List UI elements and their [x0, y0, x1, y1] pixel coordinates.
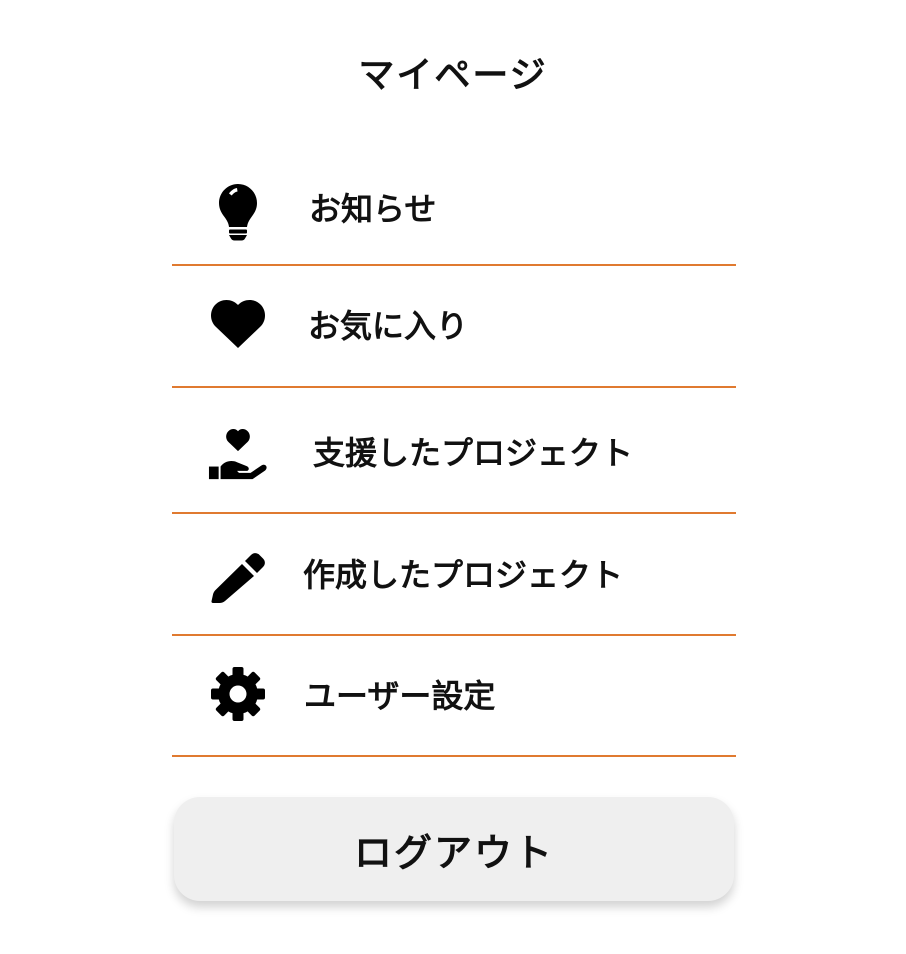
- page-title: マイページ: [358, 55, 548, 96]
- menu-item-label: 支援したプロジェクト: [313, 434, 634, 472]
- logout-button[interactable]: ログアウト: [174, 797, 734, 901]
- menu-item-label: 作成したプロジェクト: [303, 556, 624, 594]
- heart-icon: [208, 294, 268, 354]
- menu-item-label: お気に入り: [308, 307, 469, 345]
- menu-item-label: ユーザー設定: [304, 677, 496, 715]
- menu-item-supported-projects[interactable]: 支援したプロジェクト: [172, 388, 736, 514]
- mypage-menu: お知らせ お気に入り 支援したプロジェクト 作成したプロジェクト ユーザー設定: [172, 148, 736, 757]
- hand-holding-heart-icon: [208, 423, 268, 483]
- pencil-icon: [208, 548, 268, 608]
- menu-item-user-settings[interactable]: ユーザー設定: [172, 636, 736, 757]
- menu-item-favorites[interactable]: お気に入り: [172, 266, 736, 388]
- menu-item-label: お知らせ: [309, 190, 437, 228]
- menu-item-created-projects[interactable]: 作成したプロジェクト: [172, 514, 736, 636]
- gear-icon: [208, 664, 268, 724]
- menu-item-notifications[interactable]: お知らせ: [172, 148, 736, 266]
- lightbulb-icon: [208, 182, 268, 242]
